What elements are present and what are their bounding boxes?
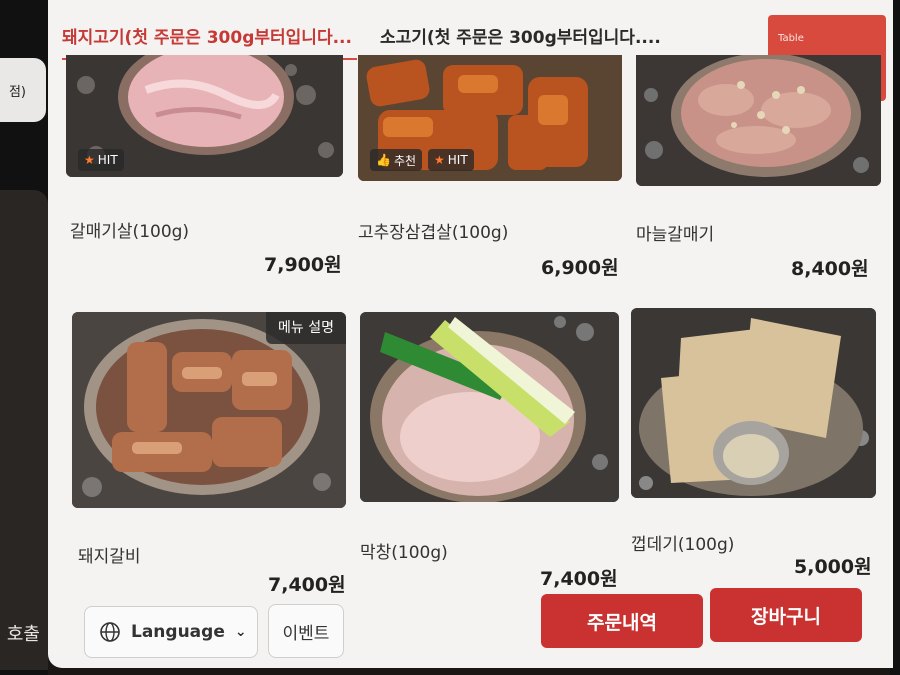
side-panel-chip-label: 점) xyxy=(8,84,26,100)
recommend-badge-label: 추천 xyxy=(393,153,417,168)
event-button[interactable]: 이벤트 xyxy=(268,604,344,658)
side-panel xyxy=(0,190,48,670)
menu-card-galmaegisal[interactable]: ★ HIT 갈매기살(100g) 7,900원 xyxy=(66,55,346,285)
tab-pork[interactable]: 돼지고기(첫 주문은 300g부터입니다... xyxy=(62,20,352,56)
menu-price: 8,400원 xyxy=(791,258,869,280)
cart-button[interactable]: 장바구니 xyxy=(710,588,862,642)
menu-name: 막창(100g) xyxy=(360,543,448,563)
staff-call-button[interactable]: 호출 xyxy=(0,618,40,648)
hit-badge-label: HIT xyxy=(97,153,118,167)
language-button[interactable]: Language ⌄ xyxy=(84,606,258,658)
menu-card-dwaeji-galbi[interactable]: 메뉴 설명 돼지갈비 7,400원 xyxy=(72,312,352,597)
menu-name: 껍데기(100g) xyxy=(631,535,735,555)
menu-price: 7,400원 xyxy=(268,574,346,596)
staff-call-label: 호출 xyxy=(6,624,40,645)
language-label: Language xyxy=(131,622,225,642)
menu-card-garlic-galmaegi[interactable]: 마늘갈매기 8,400원 xyxy=(636,55,886,285)
meat-photo-icon xyxy=(631,308,876,498)
thumbs-up-icon: 👍 xyxy=(376,153,391,167)
order-history-button[interactable]: 주문내역 xyxy=(541,594,703,648)
hit-badge: ★ HIT xyxy=(428,149,474,171)
menu-image xyxy=(631,308,876,498)
menu-name: 갈매기살(100g) xyxy=(70,222,190,242)
hit-badge-label: HIT xyxy=(447,153,468,167)
menu-price: 7,900원 xyxy=(264,254,342,276)
menu-image: 메뉴 설명 xyxy=(72,312,346,508)
menu-price: 5,000원 xyxy=(794,556,872,578)
menu-description-button[interactable]: 메뉴 설명 xyxy=(266,312,346,344)
menu-name: 돼지갈비 xyxy=(78,547,141,567)
side-panel-chip[interactable]: 점) xyxy=(0,58,46,122)
menu-name: 고추장삼겹살(100g) xyxy=(358,223,509,243)
menu-image xyxy=(636,55,881,186)
chevron-down-icon: ⌄ xyxy=(234,624,247,640)
menu-name: 마늘갈매기 xyxy=(636,225,715,245)
menu-price: 6,900원 xyxy=(541,257,619,279)
kiosk-screen: 돼지고기(첫 주문은 300g부터입니다... 소고기(첫 주문은 300g부터… xyxy=(48,0,893,668)
meat-photo-icon xyxy=(636,55,881,186)
menu-image xyxy=(360,312,619,502)
tab-beef[interactable]: 소고기(첫 주문은 300g부터입니다.... xyxy=(380,20,661,56)
menu-card-kkeopdegi[interactable]: 껍데기(100g) 5,000원 xyxy=(631,308,891,593)
hit-badge: ★ HIT xyxy=(78,149,124,171)
menu-card-gochujang-samgyeopsal[interactable]: 👍 추천 ★ HIT 고추장삼겹살(100g) 6,900원 xyxy=(358,55,638,285)
recommend-badge: 👍 추천 xyxy=(370,149,423,171)
star-icon: ★ xyxy=(434,153,445,167)
globe-icon xyxy=(100,622,120,642)
table-label: Table xyxy=(778,33,804,44)
star-icon: ★ xyxy=(84,153,95,167)
meat-photo-icon xyxy=(360,312,619,502)
menu-card-makchang[interactable]: 막창(100g) 7,400원 xyxy=(360,312,630,597)
menu-price: 7,400원 xyxy=(540,568,618,590)
